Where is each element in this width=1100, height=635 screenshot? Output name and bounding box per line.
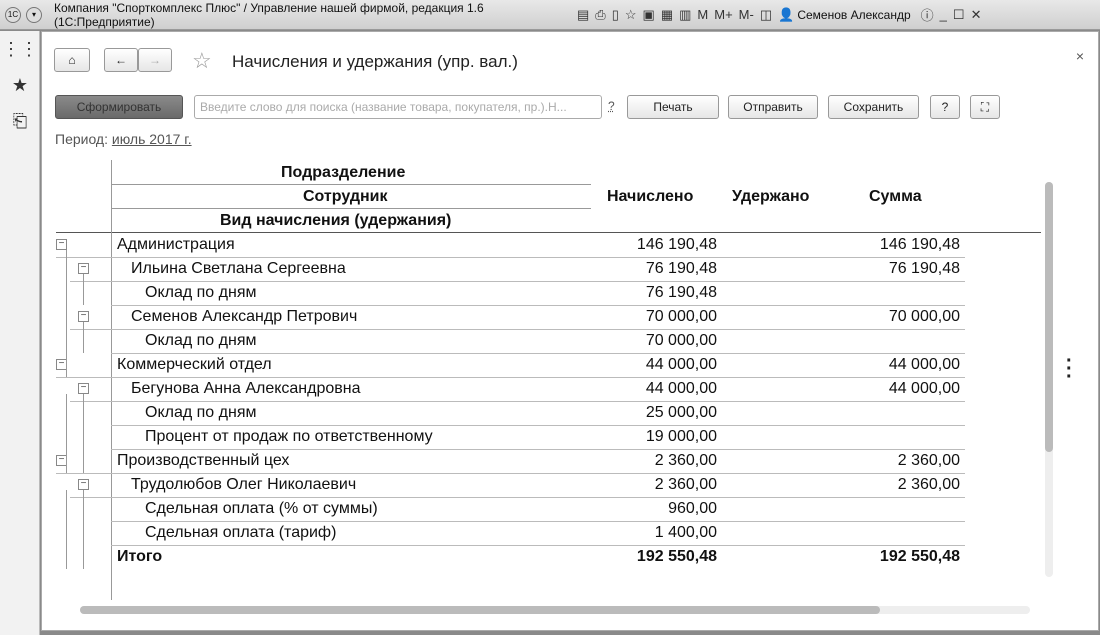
- apps-grid-icon[interactable]: ⋮⋮: [0, 31, 40, 67]
- vertical-scroll-thumb[interactable]: [1045, 182, 1053, 452]
- row-withheld: [682, 233, 822, 257]
- header-accrued: Начислено: [607, 188, 694, 205]
- tree-line: [66, 250, 67, 377]
- window-titlebar: 1C ▾ Компания "Спорткомплекс Плюс" / Упр…: [0, 0, 1100, 30]
- tree-line: [66, 394, 67, 473]
- row-sum: 44 000,00: [888, 380, 960, 397]
- row-name: Производственный цех: [117, 452, 290, 469]
- row-name: Оклад по дням: [145, 284, 257, 301]
- close-window-icon[interactable]: ✕: [971, 5, 982, 25]
- row-sum: [802, 281, 960, 305]
- preview-icon[interactable]: ▯: [612, 5, 619, 25]
- row-withheld: [682, 521, 822, 545]
- vertical-scrollbar[interactable]: [1045, 182, 1053, 577]
- row-sum: [802, 401, 960, 425]
- menu-dropdown-icon[interactable]: ▾: [26, 6, 42, 23]
- collapse-employee-icon[interactable]: −: [78, 383, 89, 394]
- collapse-employee-icon[interactable]: −: [78, 263, 89, 274]
- calculator-icon[interactable]: ▦: [661, 5, 673, 25]
- row-withheld: [682, 473, 822, 497]
- collapse-employee-icon[interactable]: −: [78, 479, 89, 490]
- horizontal-scroll-thumb[interactable]: [80, 606, 880, 614]
- row-withheld: [682, 329, 822, 353]
- header-divider: [111, 208, 591, 209]
- close-form-icon[interactable]: ×: [1076, 48, 1084, 64]
- tree-column-border: [111, 160, 112, 600]
- row-name: Процент от продаж по ответственному: [145, 428, 433, 445]
- header-divider: [111, 184, 591, 185]
- row-name: Трудолюбов Олег Николаевич: [131, 476, 357, 493]
- row-sum: [802, 497, 960, 521]
- report-form: ⌂ ← → ☆ Начисления и удержания (упр. вал…: [41, 31, 1099, 631]
- horizontal-scrollbar[interactable]: [80, 606, 1030, 614]
- memory-plus-button[interactable]: M+: [714, 5, 732, 25]
- total-label: Итого: [117, 548, 163, 565]
- favorites-star-icon[interactable]: ★: [0, 67, 40, 103]
- row-name: Администрация: [117, 236, 235, 253]
- memory-minus-button[interactable]: M-: [739, 5, 754, 25]
- row-sum: [802, 425, 960, 449]
- collapse-employee-icon[interactable]: −: [78, 311, 89, 322]
- favorite-add-icon[interactable]: ☆: [625, 5, 637, 25]
- row-name: Сдельная оплата (% от суммы): [145, 500, 378, 517]
- info-icon[interactable]: ⓘ: [921, 5, 934, 25]
- row-sum: 2 360,00: [897, 476, 960, 493]
- row-sum: 76 190,48: [888, 260, 960, 277]
- tree-line: [83, 394, 84, 473]
- row-name: Семенов Александр Петрович: [131, 308, 358, 325]
- row-withheld: [682, 401, 822, 425]
- 1c-logo-icon[interactable]: 1C: [5, 6, 21, 23]
- memory-m-button[interactable]: M: [697, 5, 708, 25]
- row-sum: [802, 521, 960, 545]
- row-name: Ильина Светлана Сергеевна: [131, 260, 346, 277]
- row-withheld: [682, 497, 822, 521]
- tree-line: [66, 490, 67, 569]
- calendar-icon[interactable]: ▥: [679, 5, 691, 25]
- row-withheld: [682, 377, 822, 401]
- tree-line: [83, 274, 84, 305]
- row-sum: [802, 329, 960, 353]
- header-withheld: Удержано: [732, 188, 810, 205]
- print-icon[interactable]: ⎙: [595, 5, 605, 25]
- user-name[interactable]: Семенов Александр: [797, 8, 910, 22]
- row-name: Оклад по дням: [145, 404, 257, 421]
- row-withheld: [682, 281, 822, 305]
- row-sum: 146 190,48: [879, 236, 960, 253]
- header-sum: Сумма: [869, 188, 922, 205]
- row-name: Сдельная оплата (тариф): [145, 524, 337, 541]
- header-kind: Вид начисления (удержания): [220, 212, 452, 229]
- total-withheld: [682, 545, 822, 569]
- total-sum: 192 550,48: [879, 548, 960, 565]
- row-sum: 70 000,00: [888, 308, 960, 325]
- header-employee: Сотрудник: [303, 188, 388, 205]
- minimize-icon[interactable]: _: [940, 5, 947, 25]
- window-title: Компания "Спорткомплекс Плюс" / Управлен…: [54, 0, 484, 29]
- row-name: Бегунова Анна Александровна: [131, 380, 361, 397]
- row-withheld: [682, 425, 822, 449]
- row-sum: 44 000,00: [888, 356, 960, 373]
- history-icon[interactable]: ⎗: [0, 103, 40, 139]
- collapse-group-icon[interactable]: −: [56, 239, 67, 250]
- tree-line: [83, 322, 84, 353]
- row-withheld: [682, 257, 822, 281]
- row-withheld: [682, 305, 822, 329]
- tree-line: [83, 490, 84, 569]
- save-icon[interactable]: ▤: [577, 5, 589, 25]
- report-table: Подразделение Сотрудник Вид начисления (…: [42, 32, 1042, 632]
- favorites-icon[interactable]: ▣: [643, 5, 655, 25]
- row-withheld: [682, 353, 822, 377]
- maximize-icon[interactable]: ☐: [953, 5, 965, 25]
- panels-icon[interactable]: ◫: [760, 5, 772, 25]
- user-icon: 👤: [778, 6, 795, 22]
- row-name: Коммерческий отдел: [117, 356, 272, 373]
- header-department: Подразделение: [281, 164, 406, 181]
- sidebar: ⋮⋮ ★ ⎗: [0, 31, 40, 635]
- row-sum: 2 360,00: [897, 452, 960, 469]
- row-name: Оклад по дням: [145, 332, 257, 349]
- row-withheld: [682, 449, 822, 473]
- more-actions-icon[interactable]: · · ·: [1066, 351, 1073, 387]
